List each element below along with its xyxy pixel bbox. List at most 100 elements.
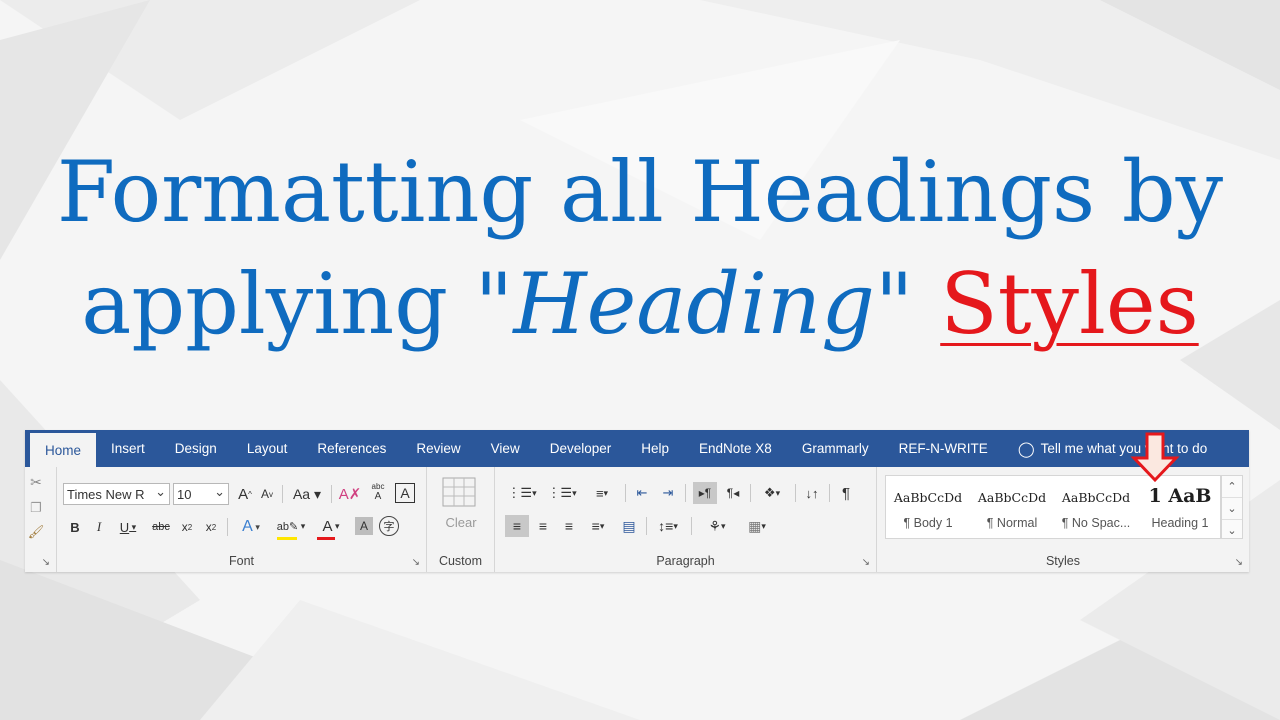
font-color-bar (317, 537, 335, 540)
strikethrough-icon[interactable]: abc (149, 517, 173, 537)
align-right-icon[interactable]: ≡ (557, 515, 581, 537)
tab-view[interactable]: View (476, 430, 535, 467)
format-painter-icon[interactable]: 🖌 (27, 523, 45, 541)
decrease-indent-icon[interactable]: ⇤ (631, 483, 653, 503)
style-name: Heading 1 (1151, 516, 1209, 530)
chevron-down-icon: ⌄ (155, 484, 166, 499)
tab-grammarly[interactable]: Grammarly (787, 430, 884, 467)
tab-design[interactable]: Design (160, 430, 232, 467)
font-group-label: Font (228, 554, 254, 568)
ribbon-groups: ✂ ❐ 🖌 ↘ Times New R ⌄ 10 ⌄ A ^ Av Aa ▾ A✗ a… (25, 467, 1249, 572)
clear-button[interactable]: Clear (435, 513, 487, 531)
paragraph-launcher-icon[interactable]: ↘ (862, 557, 870, 568)
character-border-icon[interactable]: A (395, 483, 415, 503)
tab-endnote[interactable]: EndNote X8 (684, 430, 787, 467)
font-group: Times New R ⌄ 10 ⌄ A ^ Av Aa ▾ A✗ abc A A B … (57, 467, 427, 572)
highlight-icon[interactable]: ab✎ ▾ (273, 515, 309, 537)
separator (685, 484, 686, 502)
bold-icon[interactable]: B (65, 517, 85, 537)
font-name-combo[interactable]: Times New R ⌄ (63, 483, 170, 505)
style-no-spacing[interactable]: AaBbCcDd ¶ No Spac... (1054, 476, 1138, 538)
tab-references[interactable]: References (302, 430, 401, 467)
italic-icon[interactable]: I (89, 517, 109, 537)
shrink-font-icon[interactable]: Av (257, 484, 277, 504)
separator (227, 518, 228, 536)
title-emphasis: Heading (513, 255, 875, 353)
font-size-value: 10 (177, 486, 192, 502)
more-styles-icon[interactable]: ⌄ (1222, 520, 1242, 541)
tell-me-search[interactable]: ◯ Tell me what you want to do (1003, 430, 1222, 467)
tab-developer[interactable]: Developer (535, 430, 627, 467)
rtl-text-icon[interactable]: ¶◂ (721, 482, 745, 504)
style-body-1[interactable]: AaBbCcDd ¶ Body 1 (886, 476, 970, 538)
style-sample: 1 AaB (1148, 485, 1212, 507)
styles-gallery: AaBbCcDd ¶ Body 1 AaBbCcDd ¶ Normal AaBb… (885, 475, 1221, 539)
style-sample: AaBbCcDd (977, 490, 1047, 505)
copy-icon[interactable]: ❐ (27, 499, 45, 517)
arrow-down-icon (1130, 432, 1180, 483)
style-name: ¶ Normal (986, 516, 1038, 530)
styles-launcher-icon[interactable]: ↘ (1235, 557, 1243, 568)
separator (646, 517, 647, 535)
multilevel-list-icon[interactable]: ≡ ▾ (585, 483, 619, 503)
bullets-icon[interactable]: ⋮☰ ▾ (505, 483, 539, 503)
text-effects-icon[interactable]: A ▾ (235, 517, 267, 537)
underline-icon[interactable]: U ▾ (113, 517, 143, 537)
align-center-icon[interactable]: ≡ (531, 515, 555, 537)
subscript-icon[interactable]: x2 (177, 517, 197, 537)
tab-review[interactable]: Review (401, 430, 475, 467)
style-sample: AaBbCcDd (1061, 490, 1131, 505)
style-heading-1[interactable]: 1 AaB Heading 1 (1138, 476, 1222, 538)
separator (750, 484, 751, 502)
change-case-icon[interactable]: Aa ▾ (289, 484, 325, 504)
align-left-icon[interactable]: ≡ (505, 515, 529, 537)
shading-icon[interactable]: ⚘ ▾ (697, 515, 737, 537)
scroll-up-icon[interactable]: ⌃ (1222, 476, 1242, 498)
numbering-icon[interactable]: ⋮☰ ▾ (545, 483, 579, 503)
sort-icon[interactable]: ↓↑ (801, 483, 823, 503)
style-name: ¶ Body 1 (903, 516, 953, 530)
font-color-icon[interactable]: A ▾ (315, 515, 347, 537)
style-normal[interactable]: AaBbCcDd ¶ Normal (970, 476, 1054, 538)
styles-group-label: Styles (1045, 554, 1081, 568)
separator (691, 517, 692, 535)
line-spacing-icon[interactable]: ↕≡ ▾ (651, 515, 685, 537)
font-launcher-icon[interactable]: ↘ (412, 557, 420, 568)
asian-layout-icon[interactable]: ❖ ▾ (755, 483, 789, 503)
tab-help[interactable]: Help (626, 430, 684, 467)
clear-table-icon[interactable] (441, 475, 477, 509)
distributed-icon[interactable]: ▤ (617, 515, 641, 537)
tab-home[interactable]: Home (30, 430, 97, 467)
separator (829, 484, 830, 502)
highlight-color-bar (277, 537, 297, 540)
clipboard-group: ✂ ❐ 🖌 ↘ (25, 467, 57, 572)
slide-title-line-2: applying "Heading" Styles (0, 262, 1280, 346)
character-shading-icon[interactable]: A (355, 517, 373, 535)
clipboard-launcher-icon[interactable]: ↘ (42, 557, 50, 568)
tab-insert[interactable]: Insert (96, 430, 160, 467)
tab-layout[interactable]: Layout (232, 430, 303, 467)
paragraph-group: ⋮☰ ▾ ⋮☰ ▾ ≡ ▾ ⇤ ⇥ ▸¶ ¶◂ ❖ ▾ ↓↑ ¶ ≡ ≡ ≡ ≡ ▾ ▤ … (495, 467, 877, 572)
ltr-text-icon[interactable]: ▸¶ (693, 482, 717, 504)
ribbon-tabs: Home Insert Design Layout References Rev… (25, 430, 1249, 467)
grow-font-icon[interactable]: A ^ (235, 484, 255, 504)
font-name-value: Times New R (67, 486, 145, 502)
justify-icon[interactable]: ≡ ▾ (583, 515, 613, 537)
title-highlight: Styles (940, 255, 1199, 353)
custom-group: Clear Custom (427, 467, 495, 572)
word-ribbon: Home Insert Design Layout References Rev… (25, 430, 1249, 572)
font-size-combo[interactable]: 10 ⌄ (173, 483, 229, 505)
enclose-characters-icon[interactable]: 字 (379, 516, 399, 536)
superscript-icon[interactable]: x2 (201, 517, 221, 537)
cut-icon[interactable]: ✂ (27, 473, 45, 491)
borders-icon[interactable]: ▦ ▾ (739, 515, 775, 537)
clear-formatting-icon[interactable]: A✗ (339, 484, 362, 504)
styles-scroll: ⌃ ⌄ ⌄ (1221, 475, 1243, 539)
increase-indent-icon[interactable]: ⇥ (657, 483, 679, 503)
tell-me-label: Tell me what you want to do (1040, 441, 1208, 456)
tab-ref-n-write[interactable]: REF-N-WRITE (884, 430, 1003, 467)
phonetic-guide-icon[interactable]: abc A (367, 482, 389, 504)
scroll-down-icon[interactable]: ⌄ (1222, 498, 1242, 520)
show-formatting-marks-icon[interactable]: ¶ (835, 483, 857, 503)
separator (331, 485, 332, 503)
